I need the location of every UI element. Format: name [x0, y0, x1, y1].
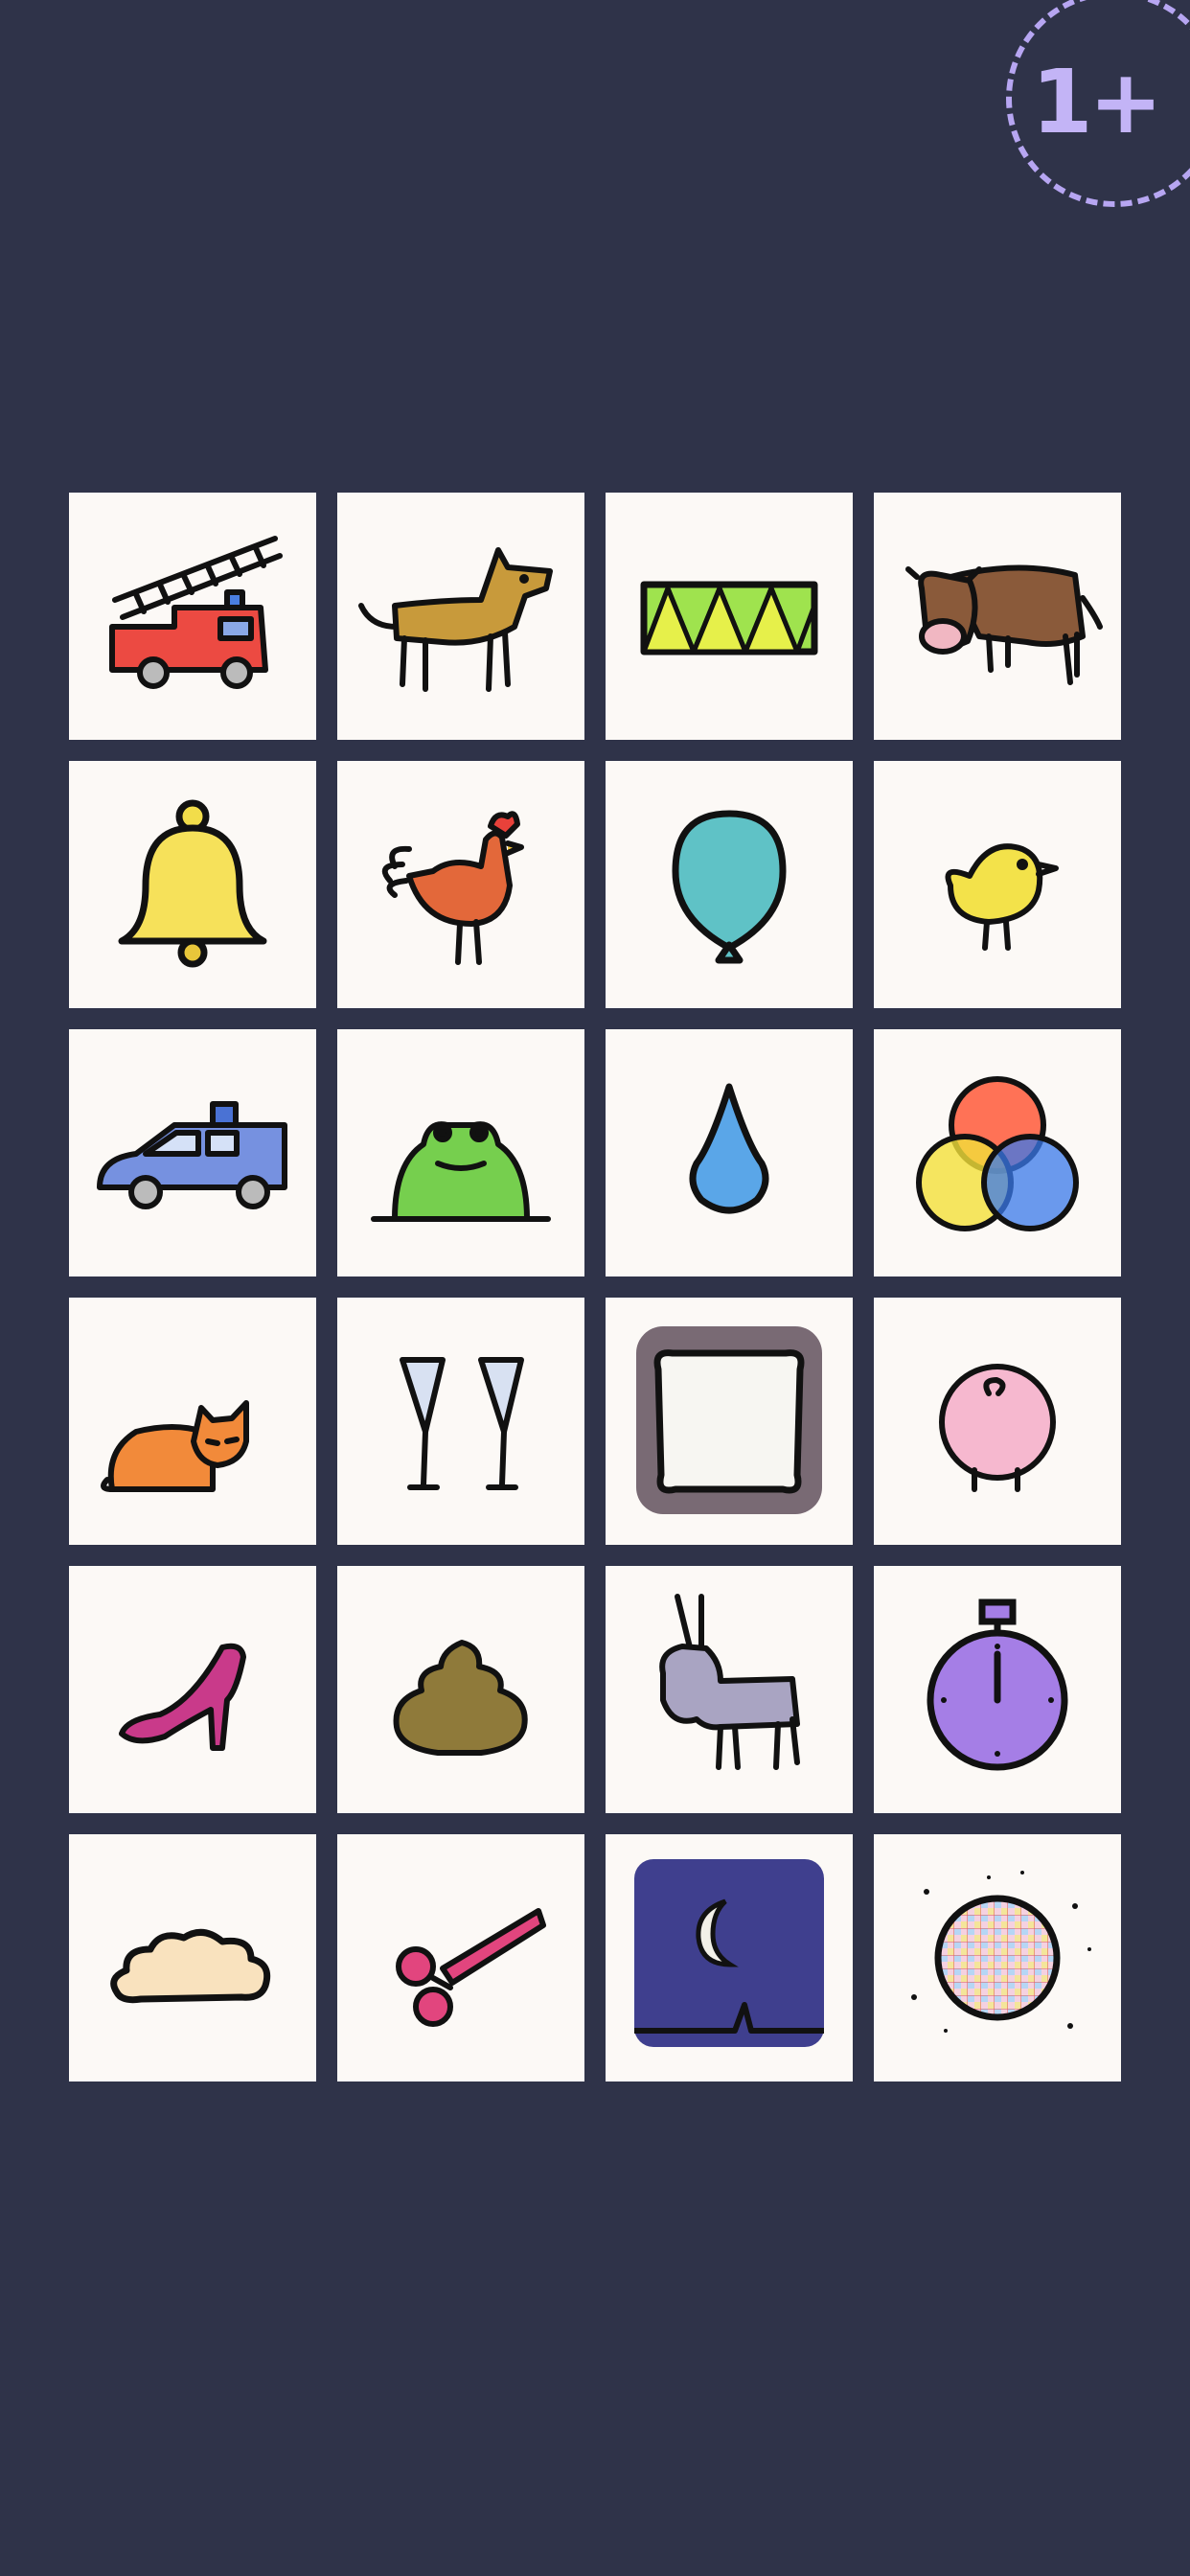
card-police-car[interactable] [69, 1029, 316, 1276]
card-night-moon[interactable] [606, 1834, 853, 2082]
card-color-circles[interactable] [874, 1029, 1121, 1276]
scissors-icon [396, 1908, 546, 2027]
card-bell[interactable] [69, 761, 316, 1008]
card-high-heel[interactable] [69, 1566, 316, 1813]
high-heel-icon [119, 1643, 246, 1751]
card-cow[interactable] [874, 493, 1121, 740]
card-pillow[interactable] [606, 1298, 853, 1545]
card-stopwatch[interactable] [874, 1566, 1121, 1813]
card-drum[interactable] [606, 493, 853, 740]
rooster-icon [381, 811, 524, 965]
disco-ball-icon [911, 1871, 1091, 2033]
drum-icon [640, 581, 818, 656]
card-water-drop[interactable] [606, 1029, 853, 1276]
dog-icon [358, 547, 553, 692]
pig-icon [939, 1364, 1056, 1492]
age-badge-label: 1+ [1031, 50, 1162, 153]
fire-truck-icon [109, 536, 283, 689]
water-drop-icon [689, 1083, 769, 1214]
cloud-icon [110, 1928, 271, 2004]
card-chick[interactable] [874, 761, 1121, 1008]
cat-icon [101, 1400, 249, 1492]
police-car-icon [97, 1101, 287, 1209]
stopwatch-icon [927, 1598, 1068, 1771]
card-fire-truck[interactable] [69, 493, 316, 740]
chick-icon [945, 843, 1059, 951]
pillow-icon [636, 1326, 822, 1514]
cow-icon [905, 564, 1103, 685]
moon-night-icon [634, 1859, 824, 2047]
card-poop[interactable] [337, 1566, 584, 1813]
sound-card-grid [69, 493, 1121, 2082]
card-cat[interactable] [69, 1298, 316, 1545]
frog-icon [371, 1121, 551, 1222]
card-dog[interactable] [337, 493, 584, 740]
card-frog[interactable] [337, 1029, 584, 1276]
poop-icon [393, 1640, 528, 1756]
donkey-icon [659, 1594, 800, 1770]
card-rooster[interactable] [337, 761, 584, 1008]
card-balloon[interactable] [606, 761, 853, 1008]
card-cloud[interactable] [69, 1834, 316, 2082]
card-disco-ball[interactable] [874, 1834, 1121, 2082]
card-donkey[interactable] [606, 1566, 853, 1813]
champagne-glasses-icon [400, 1357, 524, 1490]
age-badge-button[interactable]: 1+ [1006, 0, 1190, 207]
balloon-icon [672, 810, 787, 964]
card-pig[interactable] [874, 1298, 1121, 1545]
card-scissors[interactable] [337, 1834, 584, 2082]
color-circles-icon [916, 1076, 1079, 1231]
card-champagne-glasses[interactable] [337, 1298, 584, 1545]
bell-icon [118, 799, 267, 968]
